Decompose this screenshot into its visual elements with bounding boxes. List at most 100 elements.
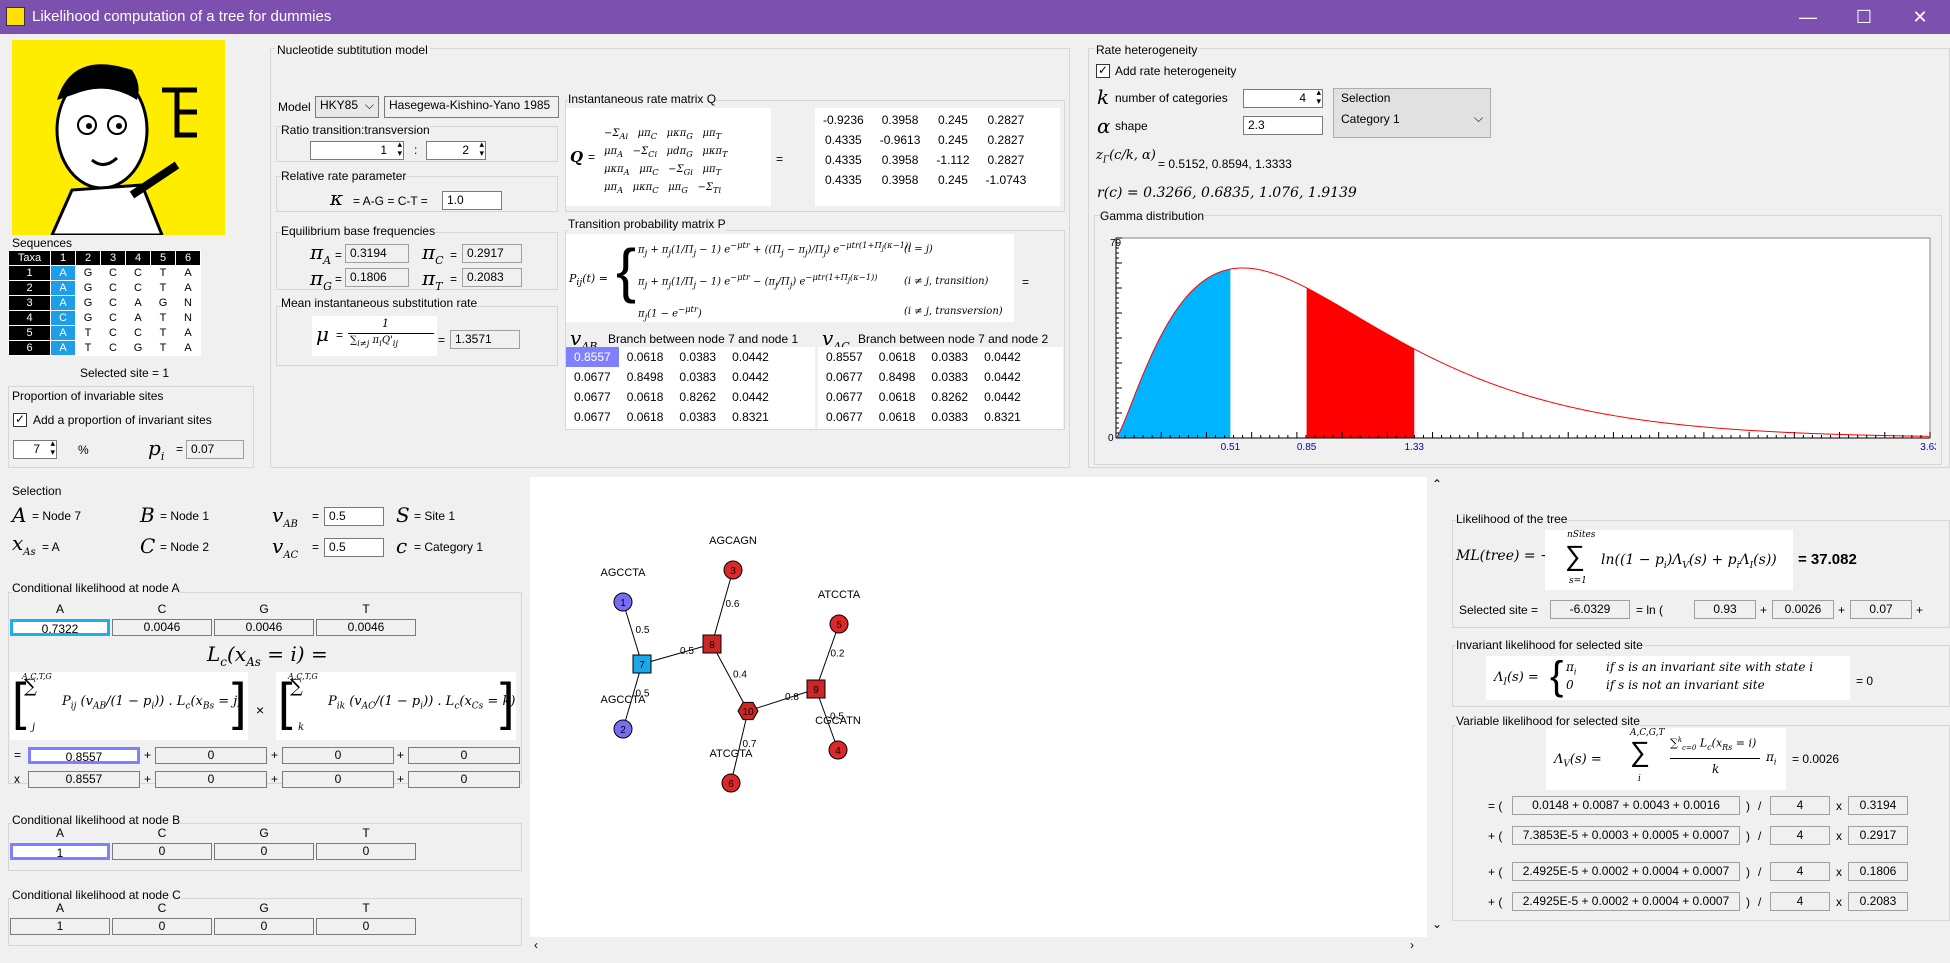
model-select[interactable]: HKY85 ⌵ [315,96,379,118]
model-name: Hasegewa-Kishino-Yano 1985 [384,96,559,118]
rate-group-label: Rate heterogeneity [1094,43,1200,57]
times-sign: x [1836,829,1842,843]
plus-3: + [1916,603,1924,617]
chevron-down-icon: ⌵ [1474,111,1484,125]
seq-header-cell[interactable]: 3 [100,250,126,266]
variable-op: + ( [1488,895,1503,909]
matrix-cell: 0.0442 [984,390,1021,404]
pmatrix-label: Transition probability matrix P [568,217,726,231]
nodeA-label: Conditional likelihood at node A [12,581,180,595]
scroll-up-icon[interactable]: ⌃ [1432,477,1442,491]
matrix-row: 0.0677 0.8498 0.0383 0.0442 [566,367,777,387]
nucleotide-cell: T [150,280,176,296]
tree-branch[interactable] [747,688,817,712]
category-select[interactable]: Selection Category 1 ⌵ [1333,88,1491,138]
minimize-button[interactable]: — [1780,0,1836,34]
tree-branch[interactable] [641,643,713,665]
nucleotide-cell: A [125,295,151,311]
matrix-cell: 0.8498 [878,370,916,384]
matrix-cell: 0.0442 [984,350,1021,364]
seq-header-cell[interactable]: 6 [175,250,201,266]
seq-header-cell[interactable]: 2 [75,250,101,266]
gamma-label: Gamma distribution [1100,209,1205,223]
variable-pi: 0.2083 [1848,892,1908,911]
variable-op: = ( [1488,799,1503,813]
matrix-cell: 0.0677 [826,390,863,404]
vab-branch-label: Branch between node 7 and node 1 [608,332,799,346]
x-tick-label: 0.51 [1221,442,1241,453]
eq-freq-label: Equilibrium base frequencies [281,224,436,238]
variable-result: = 0.0026 [1792,752,1840,766]
nodeA-header: A [55,602,64,616]
matrix-cell: 0.0383 [679,350,717,364]
div-sign: / [1758,799,1762,813]
pinvar-percent-spinner[interactable]: 7 [13,439,57,459]
vac-input[interactable]: 0.5 [324,538,384,557]
window-title: Likelihood computation of a tree for dum… [32,8,332,25]
matrix-cell: 0.0383 [931,350,969,364]
nodeC-header: G [259,901,269,915]
matrix-cell: 0.3958 [881,173,919,187]
k-spinner[interactable]: 4 [1243,88,1323,108]
matrix-cell: -0.9236 [823,113,864,127]
ratio-a-spinner[interactable]: 1 [310,140,404,160]
B-symbol: B [140,503,155,527]
scroll-right-icon[interactable]: › [1410,938,1414,952]
kappa-symbol: κ [330,186,344,210]
nucleotide-cell: C [50,310,76,326]
matrix-cell: 0.0442 [732,390,769,404]
maximize-button[interactable]: ☐ [1836,0,1892,34]
seq-header-cell[interactable]: 1 [50,250,76,266]
nucleotide-cell: G [150,295,176,311]
close-button[interactable]: ✕ [1892,0,1948,34]
ratio-b-spinner[interactable]: 2 [426,140,486,160]
vab-sel-symbol: vAB [272,503,298,530]
nodeA-value: 0.0046 [214,619,314,636]
ln-label: = ln ( [1636,603,1664,617]
matrix-cell: 0.4335 [825,133,862,147]
matrix-cell: 0.0618 [626,350,664,364]
scroll-left-icon[interactable]: ‹ [534,938,538,952]
branch-length-label: 0.2 [831,649,845,660]
branch-length-label: 0.6 [726,599,740,610]
vab-input[interactable]: 0.5 [324,507,384,526]
horizontal-scrollbar[interactable]: ‹ › [530,937,1427,955]
matrix-cell: 0.8557 [566,347,619,367]
gamma-chart-svg: 0.51 0.85 1.33 3.63 0 79 [1108,237,1940,453]
p-value: 0.07 [186,440,244,459]
matrix-row: 0.4335 0.3958 0.245 -1.0743 [815,170,1034,190]
matrix-cell: -1.112 [936,153,970,167]
nodeB-header: C [157,826,167,840]
pinvar-checkbox[interactable]: ✓ [13,413,27,427]
variable-k: 4 [1770,826,1830,845]
tree-canvas[interactable]: 0.5 0.5 0.5 0.6 0.4 0.8 0.2 0.5 0.7 1 AGCCTA 2 AGCCT… [530,477,1427,937]
variable-pi: 0.1806 [1848,862,1908,881]
matrix-cell: 0.4335 [825,153,862,167]
close-paren: ) [1746,829,1750,843]
nodeA-product-cell: 0.8557 [28,747,140,764]
y-zero-label: 0 [1108,433,1114,444]
seq-row: 3AGCAGN [8,295,201,311]
selected-site-label: Selected site = 1 [80,366,170,380]
rate-checkbox[interactable]: ✓ [1096,64,1110,78]
matrix-cell: 0.2827 [987,113,1025,127]
seq-header-cell[interactable]: 5 [150,250,176,266]
matrix-cell: 0.0618 [626,410,664,424]
q-matrix-values: -0.9236 0.3958 0.245 0.2827 0.4335 -0.9613 0.2… [815,108,1060,206]
taxa-cell: 5 [8,325,51,341]
matrix-cell: 0.0677 [574,410,611,424]
scroll-down-icon[interactable]: ⌄ [1432,917,1442,931]
node-id-label: 2 [620,725,626,736]
c-value: = Category 1 [414,540,484,554]
nucleotide-cell: G [125,340,151,356]
matrix-cell: 0.245 [937,133,968,147]
kappa-input[interactable]: 1.0 [442,191,502,210]
plus-sign: + [271,748,279,762]
vab-matrix: 0.8557 0.0618 0.0383 0.0442 0.0677 0.8498 0.03… [566,347,815,429]
vac-matrix: 0.8557 0.0618 0.0383 0.0442 0.0677 0.8498 0.03… [818,347,1063,429]
alpha-input[interactable]: 2.3 [1243,116,1323,135]
vertical-scrollbar[interactable]: ⌃ ⌄ [1429,477,1445,937]
seq-header-cell[interactable]: 4 [125,250,151,266]
branch-length-label: 0.4 [733,670,747,681]
taxa-cell: 6 [8,340,51,356]
